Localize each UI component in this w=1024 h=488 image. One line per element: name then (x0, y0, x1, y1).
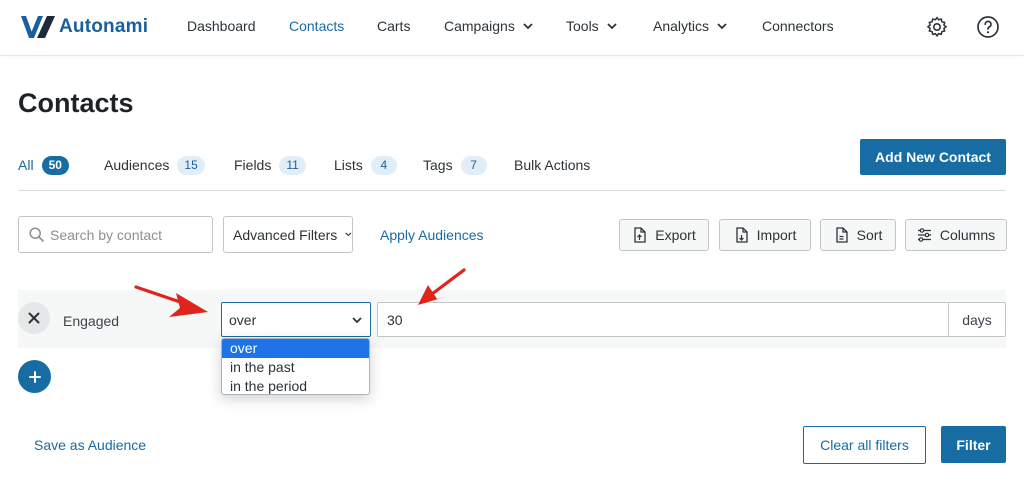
filter-button[interactable]: Filter (941, 426, 1006, 463)
top-navigation-bar: Autonami Dashboard Contacts Carts Campai… (0, 0, 1024, 56)
count-badge: 7 (460, 155, 487, 175)
nav-connectors[interactable]: Connectors (762, 18, 834, 34)
import-button[interactable]: Import (719, 219, 811, 251)
tabs-divider (18, 190, 1006, 191)
chevron-down-icon (523, 22, 533, 29)
count-badge: 50 (41, 155, 69, 175)
nav-tools[interactable]: Tools (566, 18, 617, 34)
advanced-filters-label: Advanced Filters (233, 226, 338, 243)
nav-contacts[interactable]: Contacts (289, 18, 344, 34)
sort-label: Sort (856, 227, 883, 243)
sort-button[interactable]: Sort (820, 219, 896, 251)
export-button[interactable]: Export (619, 219, 709, 251)
export-icon (634, 227, 646, 243)
remove-filter-button[interactable] (18, 302, 50, 334)
nav-contacts-label: Contacts (289, 18, 345, 34)
nav-dashboard[interactable]: Dashboard (187, 18, 256, 34)
tab-all-label: All (18, 157, 34, 173)
columns-label: Columns (939, 227, 996, 243)
tab-audiences[interactable]: Audiences 15 (104, 153, 205, 177)
clear-all-filters-button[interactable]: Clear all filters (803, 426, 926, 464)
unit-label: days (948, 302, 1006, 337)
nav-analytics-label: Analytics (653, 18, 710, 34)
chevron-down-icon (352, 317, 362, 324)
columns-button[interactable]: Columns (905, 219, 1007, 251)
tab-tags[interactable]: Tags 7 (423, 153, 487, 177)
option-in-the-period[interactable]: in the period (222, 377, 369, 394)
import-label: Import (756, 227, 797, 243)
add-new-contact-button[interactable]: Add New Contact (860, 139, 1006, 175)
nav-campaigns-label: Campaigns (444, 18, 515, 34)
plus-icon (28, 370, 41, 383)
help-icon[interactable] (976, 15, 1000, 39)
search-box[interactable] (18, 216, 213, 253)
operator-selected-value: over (229, 311, 257, 328)
option-over[interactable]: over (222, 339, 369, 358)
tab-fields[interactable]: Fields 11 (234, 153, 306, 177)
tab-all[interactable]: All 50 (18, 153, 69, 177)
chevron-down-icon (345, 232, 352, 237)
autonami-logo-icon (21, 16, 55, 38)
add-filter-button[interactable] (18, 360, 51, 393)
columns-settings-icon (917, 228, 931, 242)
tab-tags-label: Tags (423, 157, 453, 173)
apply-audiences-link[interactable]: Apply Audiences (380, 227, 484, 243)
count-badge: 11 (279, 155, 306, 175)
filter-field-label: Engaged (63, 313, 120, 329)
count-badge: 15 (177, 155, 205, 175)
close-icon (28, 312, 40, 324)
import-icon (736, 227, 748, 243)
chevron-down-icon (717, 22, 727, 29)
advanced-filters-dropdown[interactable]: Advanced Filters (223, 216, 353, 253)
tab-lists[interactable]: Lists 4 (334, 153, 397, 177)
nav-carts-label: Carts (377, 18, 411, 34)
nav-connectors-label: Connectors (762, 18, 834, 34)
gear-icon[interactable] (925, 15, 949, 39)
search-input[interactable] (50, 226, 200, 243)
tab-bulk-actions[interactable]: Bulk Actions (514, 153, 590, 177)
filter-value-input[interactable]: 30 (377, 302, 949, 337)
nav-analytics[interactable]: Analytics (653, 18, 727, 34)
count-badge: 4 (370, 155, 397, 175)
tab-bulk-actions-label: Bulk Actions (514, 157, 591, 173)
nav-tools-label: Tools (566, 18, 599, 34)
tab-audiences-label: Audiences (104, 157, 170, 173)
tab-fields-label: Fields (234, 157, 272, 173)
search-icon (29, 227, 44, 242)
chevron-down-icon (607, 22, 617, 29)
brand-name: Autonami (59, 16, 149, 37)
nav-carts[interactable]: Carts (377, 18, 410, 34)
operator-options-list: over in the past in the period (221, 338, 370, 395)
option-in-the-past[interactable]: in the past (222, 358, 369, 377)
sort-icon (836, 227, 848, 243)
save-as-audience-link[interactable]: Save as Audience (34, 437, 146, 453)
export-label: Export (655, 227, 696, 243)
page-title: Contacts (18, 88, 134, 118)
nav-campaigns[interactable]: Campaigns (444, 18, 533, 34)
brand-logo[interactable]: Autonami (20, 14, 148, 40)
operator-select[interactable]: over (221, 302, 371, 337)
tab-lists-label: Lists (334, 157, 363, 173)
nav-dashboard-label: Dashboard (187, 18, 256, 34)
